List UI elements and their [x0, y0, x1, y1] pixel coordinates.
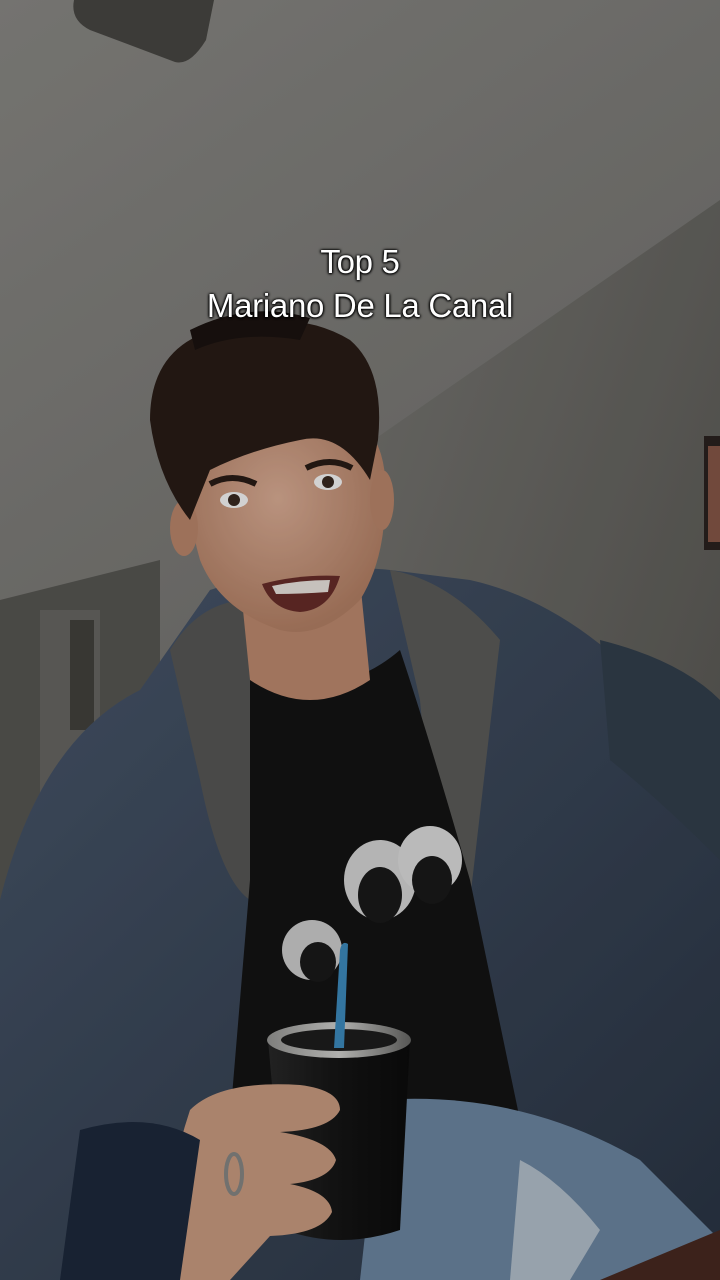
video-frame: Top 5 Mariano De La Canal [0, 0, 720, 1280]
caption-line-2: Mariano De La Canal [206, 287, 514, 324]
video-scene [0, 0, 720, 1280]
caption-line-1: Top 5 [320, 243, 400, 280]
video-caption: Top 5 Mariano De La Canal [0, 240, 720, 328]
